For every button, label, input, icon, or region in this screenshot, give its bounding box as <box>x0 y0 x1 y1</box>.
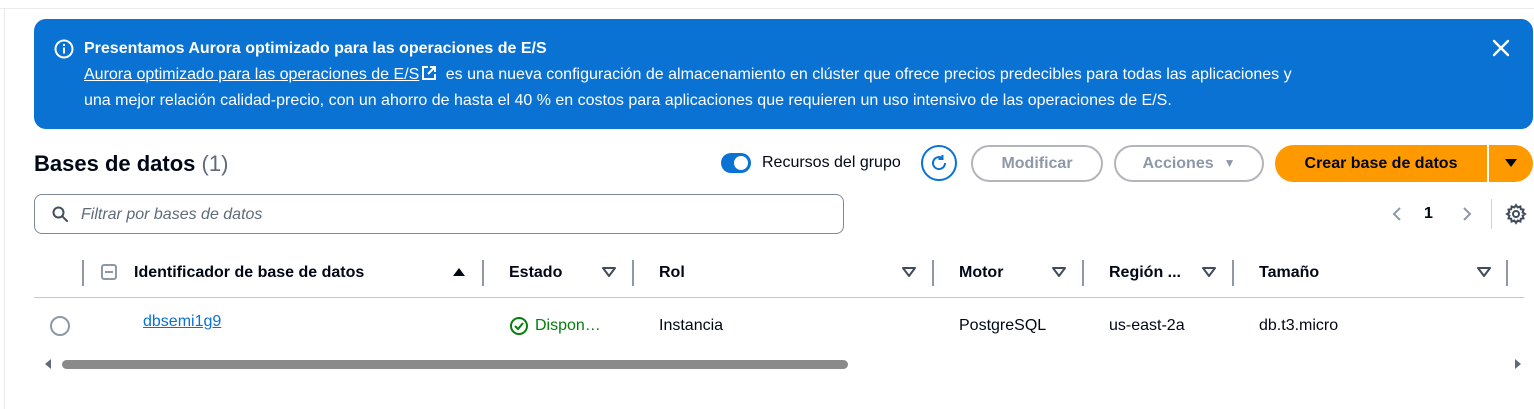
pagination-divider <box>1491 199 1492 229</box>
column-resize-handle[interactable] <box>632 260 634 286</box>
group-resources-toggle[interactable] <box>721 153 751 173</box>
sort-ascending-icon[interactable] <box>452 266 466 278</box>
column-resize-handle[interactable] <box>1082 260 1084 286</box>
db-role: Instancia <box>659 317 724 334</box>
modify-button[interactable]: Modificar <box>971 145 1103 182</box>
horizontal-scrollbar-thumb[interactable] <box>62 360 848 369</box>
chevron-left-icon[interactable] <box>1388 204 1406 224</box>
column-header-role[interactable]: Rol <box>659 263 685 283</box>
search-box <box>34 194 844 234</box>
db-size: db.t3.micro <box>1259 317 1339 334</box>
frame-border-top <box>0 8 1534 9</box>
actions-label: Acciones <box>1142 155 1214 172</box>
flash-body-line1: es una nueva configuración de almacenami… <box>441 66 1292 83</box>
refresh-icon <box>932 155 947 171</box>
flash-body-line2: una mejor relación calidad-precio, con u… <box>84 92 1172 109</box>
column-header-status[interactable]: Estado <box>509 263 562 283</box>
db-status: Dispon… <box>535 317 601 334</box>
column-header-region[interactable]: Región ... <box>1109 263 1181 283</box>
search-icon <box>52 206 68 222</box>
create-database-dropdown-button[interactable] <box>1489 145 1533 182</box>
db-region: us-east-2a <box>1109 317 1185 334</box>
status-success-icon <box>510 317 528 335</box>
database-count: (1) <box>201 151 229 176</box>
page-title: Bases de datos (1) <box>34 150 228 178</box>
caret-down-icon: ▼ <box>1223 156 1236 170</box>
column-header-engine[interactable]: Motor <box>959 263 1003 283</box>
db-identifier-link[interactable]: dbsemi1g9 <box>143 312 221 332</box>
scroll-right-arrow-icon[interactable] <box>1514 359 1522 369</box>
sort-caret-icon[interactable] <box>902 266 916 278</box>
toggle-knob <box>734 156 748 170</box>
create-database-button[interactable]: Crear base de datos <box>1275 145 1487 182</box>
sort-caret-icon[interactable] <box>1477 266 1491 278</box>
column-resize-handle[interactable] <box>1506 260 1508 286</box>
table-header-divider <box>34 297 1524 298</box>
refresh-button[interactable] <box>921 145 957 181</box>
chevron-right-icon[interactable] <box>1458 204 1476 224</box>
sort-caret-icon[interactable] <box>602 266 616 278</box>
flash-title: Presentamos Aurora optimizado para las o… <box>84 40 547 57</box>
frame-border-left <box>4 8 5 409</box>
caret-down-icon <box>1505 159 1517 167</box>
gear-icon[interactable] <box>1505 203 1527 225</box>
sort-caret-icon[interactable] <box>1052 266 1066 278</box>
column-header-size[interactable]: Tamaño <box>1259 263 1319 283</box>
aurora-io-optimized-link[interactable]: Aurora optimizado para las operaciones d… <box>84 66 419 83</box>
external-link-icon[interactable] <box>421 65 437 81</box>
row-select-radio[interactable] <box>50 316 70 336</box>
search-input[interactable] <box>79 201 823 229</box>
page-title-text: Bases de datos <box>34 151 196 176</box>
select-all-checkbox[interactable] <box>101 264 117 280</box>
info-icon <box>54 39 74 59</box>
info-flashbar: Presentamos Aurora optimizado para las o… <box>34 19 1533 129</box>
sort-caret-icon[interactable] <box>1202 266 1216 278</box>
column-resize-handle[interactable] <box>482 260 484 286</box>
scroll-left-arrow-icon[interactable] <box>44 359 52 369</box>
page-number[interactable]: 1 <box>1424 203 1433 225</box>
close-icon[interactable] <box>1490 37 1512 59</box>
actions-button[interactable]: Acciones ▼ <box>1114 145 1264 182</box>
column-resize-handle[interactable] <box>932 260 934 286</box>
flash-message: Aurora optimizado para las operaciones d… <box>84 62 1444 114</box>
db-engine: PostgreSQL <box>959 317 1047 334</box>
group-resources-label: Recursos del grupo <box>762 154 901 171</box>
column-header-identifier[interactable]: Identificador de base de datos <box>134 263 364 283</box>
column-resize-handle[interactable] <box>1232 260 1234 286</box>
column-divider <box>82 260 84 286</box>
